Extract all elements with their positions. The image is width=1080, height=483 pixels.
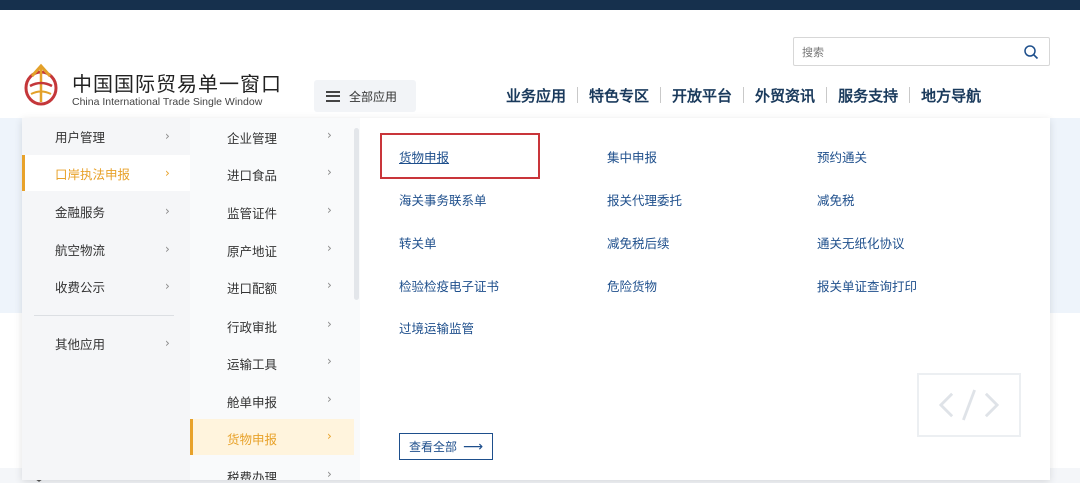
- category-financial-services[interactable]: 金融服务 ›: [22, 193, 190, 229]
- subcategory-administrative-approval[interactable]: 行政审批 ›: [190, 307, 354, 343]
- search-input[interactable]: [802, 43, 1002, 61]
- subcategory-label: 进口配额: [227, 281, 278, 296]
- subcategory-label: 运输工具: [227, 357, 278, 372]
- app-customs-contact-form[interactable]: 海关事务联系单: [399, 190, 487, 209]
- logo-emblem[interactable]: [22, 58, 60, 108]
- subcategory-label: 舱单申报: [227, 395, 278, 410]
- subcategory-transport-vehicles[interactable]: 运输工具 ›: [190, 344, 354, 380]
- subcategory-label: 原产地证: [227, 244, 278, 259]
- code-icon: [917, 373, 1021, 437]
- subcategory-import-quota[interactable]: 进口配额 ›: [190, 268, 354, 304]
- subcategory-regulatory-certificates[interactable]: 监管证件 ›: [190, 193, 354, 229]
- chevron-right-icon: ›: [165, 129, 170, 143]
- subcategory-label: 进口食品: [227, 168, 278, 183]
- app-transit-supervision[interactable]: 过境运输监管: [399, 318, 474, 337]
- subcategory-label: 税费办理: [227, 470, 278, 480]
- chevron-right-icon: ›: [327, 203, 332, 217]
- category-divider: [34, 315, 174, 316]
- app-tax-reduction-follow-up[interactable]: 减免税后续: [607, 233, 670, 252]
- chevron-right-icon: ›: [165, 204, 170, 218]
- all-apps-button[interactable]: 全部应用: [314, 80, 416, 112]
- chevron-right-icon: ›: [165, 336, 170, 350]
- search-icon[interactable]: [1023, 44, 1039, 60]
- chevron-right-icon: ›: [327, 165, 332, 179]
- chevron-right-icon: ›: [327, 241, 332, 255]
- top-bar: [0, 0, 1080, 10]
- main-nav: 业务应用 特色专区 开放平台 外贸资讯 服务支持 地方导航: [495, 85, 992, 105]
- subcategory-tax-handling[interactable]: 税费办理 ›: [190, 457, 354, 480]
- chevron-right-icon: ›: [165, 279, 170, 293]
- subcategory-manifest-declaration[interactable]: 舱单申报 ›: [190, 382, 354, 418]
- category-user-management[interactable]: 用户管理 ›: [22, 118, 190, 154]
- nav-trade-news[interactable]: 外贸资讯: [744, 85, 826, 106]
- site-title[interactable]: 中国国际贸易单一窗口: [72, 68, 282, 97]
- app-transfer-form[interactable]: 转关单: [399, 233, 437, 252]
- app-declaration-query-print[interactable]: 报关单证查询打印: [817, 276, 917, 295]
- subcategory-label: 货物申报: [227, 432, 278, 447]
- category-label: 金融服务: [55, 204, 106, 220]
- chevron-right-icon: ›: [327, 392, 332, 406]
- category-label: 用户管理: [55, 129, 106, 145]
- subcategory-column: 企业管理 › 进口食品 › 监管证件 › 原产地证 › 进口配额 › 行政审批 …: [190, 118, 360, 480]
- category-label: 口岸执法申报: [55, 166, 131, 182]
- site-subtitle: China International Trade Single Window: [72, 96, 263, 108]
- app-dangerous-goods[interactable]: 危险货物: [607, 276, 657, 295]
- chevron-right-icon: ›: [327, 467, 332, 480]
- nav-local-navigation[interactable]: 地方导航: [910, 85, 992, 106]
- app-declaration-agency-entrust[interactable]: 报关代理委托: [607, 190, 682, 209]
- nav-business-apps[interactable]: 业务应用: [495, 85, 577, 106]
- chevron-right-icon: ›: [327, 354, 332, 368]
- chevron-right-icon: ›: [327, 128, 332, 142]
- view-all-button[interactable]: 查看全部 ⟶: [399, 433, 493, 460]
- subcategory-enterprise-management[interactable]: 企业管理 ›: [190, 118, 354, 154]
- app-centralized-declaration[interactable]: 集中申报: [607, 147, 657, 166]
- app-tax-reduction[interactable]: 减免税: [817, 190, 855, 209]
- search-box[interactable]: [793, 37, 1050, 66]
- view-all-label: 查看全部: [408, 440, 457, 454]
- subcategory-label: 监管证件: [227, 206, 278, 221]
- hamburger-icon: [326, 90, 340, 102]
- chevron-right-icon: ›: [327, 429, 332, 443]
- app-appointment-clearance[interactable]: 预约通关: [817, 147, 867, 166]
- category-label: 其他应用: [55, 336, 106, 352]
- chevron-right-icon: ›: [327, 278, 332, 292]
- arrow-right-icon: ⟶: [462, 438, 484, 455]
- category-label: 收费公示: [55, 279, 106, 295]
- subcategory-scrollbar[interactable]: [354, 128, 359, 300]
- subcategory-label: 行政审批: [227, 320, 278, 335]
- nav-open-platform[interactable]: 开放平台: [661, 85, 743, 106]
- nav-featured-zone[interactable]: 特色专区: [578, 85, 660, 106]
- chevron-right-icon: ›: [165, 242, 170, 256]
- subcategory-label: 企业管理: [227, 131, 278, 146]
- category-port-law-declaration[interactable]: 口岸执法申报 ›: [22, 155, 190, 191]
- app-paperless-agreement[interactable]: 通关无纸化协议: [817, 233, 905, 252]
- category-fee-publicity[interactable]: 收费公示 ›: [22, 268, 190, 304]
- app-goods-declaration[interactable]: 货物申报: [399, 147, 449, 166]
- subcategory-imported-food[interactable]: 进口食品 ›: [190, 155, 354, 191]
- app-items-panel: 货物申报 集中申报 预约通关 海关事务联系单 报关代理委托 减免税 转关单 减免…: [367, 118, 1050, 480]
- nav-service-support[interactable]: 服务支持: [827, 85, 909, 106]
- category-air-logistics[interactable]: 航空物流 ›: [22, 231, 190, 267]
- subcategory-certificate-of-origin[interactable]: 原产地证 ›: [190, 231, 354, 267]
- category-label: 航空物流: [55, 242, 106, 258]
- chevron-right-icon: ›: [165, 166, 170, 180]
- all-apps-label: 全部应用: [349, 89, 398, 104]
- category-column: 用户管理 › 口岸执法申报 › 金融服务 › 航空物流 › 收费公示 › 其他应…: [22, 118, 190, 480]
- chevron-right-icon: ›: [327, 317, 332, 331]
- app-inspection-e-certificate[interactable]: 检验检疫电子证书: [399, 276, 499, 295]
- apps-mega-menu: 用户管理 › 口岸执法申报 › 金融服务 › 航空物流 › 收费公示 › 其他应…: [22, 118, 1050, 480]
- site-header: 中国国际贸易单一窗口 China International Trade Sin…: [0, 10, 1080, 118]
- subcategory-goods-declaration[interactable]: 货物申报 ›: [190, 419, 354, 455]
- category-other-apps[interactable]: 其他应用 ›: [22, 325, 190, 361]
